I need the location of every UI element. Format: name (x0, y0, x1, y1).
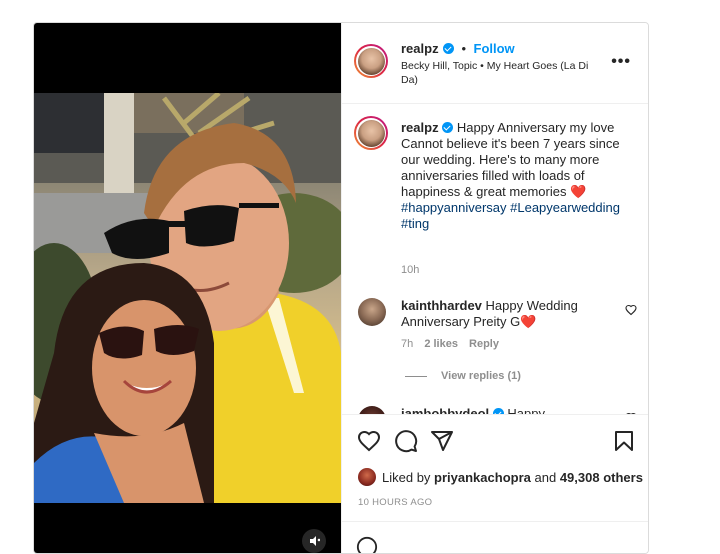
commenter-avatar[interactable] (358, 406, 386, 414)
comment-item: iambobbydeol Happy anniversary 👏🏼🙌🏼👏🏼🙌🏼👏… (401, 406, 606, 414)
bookmark-icon[interactable] (612, 429, 636, 453)
comment-meta: 7h 2 likes Reply (401, 338, 499, 350)
avatar[interactable] (354, 44, 388, 78)
caption-username[interactable]: realpz (401, 120, 439, 135)
comment-username[interactable]: kainthhardev (401, 298, 482, 313)
photo-illustration (34, 93, 341, 503)
comments-section[interactable]: realpz Happy Anniversary my love Cannot … (342, 103, 648, 414)
likes-prefix: Liked by (382, 470, 431, 485)
caption-emoji: ❤️ (570, 184, 587, 199)
comment-emoji: ❤️ (520, 314, 537, 329)
separator-dot: • (461, 41, 467, 56)
view-replies-button[interactable]: View replies (1) (405, 370, 521, 382)
heart-icon[interactable] (357, 429, 381, 453)
verified-icon (442, 122, 454, 133)
header-user-line: realpz • Follow (401, 40, 515, 58)
caption: realpz Happy Anniversary my love Cannot … (401, 120, 627, 232)
comment-icon[interactable] (394, 429, 418, 453)
post-actions: Liked by priyankachopra and 49,308 other… (342, 414, 648, 525)
post-card: realpz • Follow Becky Hill, Topic • My H… (33, 22, 649, 554)
post-timestamp: 10 HOURS AGO (358, 497, 433, 508)
likes-count[interactable]: 49,308 others (560, 470, 643, 485)
audio-icon[interactable] (302, 529, 326, 553)
share-icon[interactable] (430, 429, 454, 453)
likes-user[interactable]: priyankachopra (434, 470, 531, 485)
comment-likes[interactable]: 2 likes (424, 338, 458, 350)
caption-hashtags[interactable]: #happyanniversay #Leapyearwedding #ting (401, 200, 620, 231)
post-info-panel: realpz • Follow Becky Hill, Topic • My H… (341, 23, 648, 554)
music-attribution[interactable]: Becky Hill, Topic • My Heart Goes (La Di… (401, 59, 601, 87)
commenter-avatar[interactable] (358, 298, 386, 326)
media-panel (34, 23, 341, 553)
likes-summary[interactable]: Liked by priyankachopra and 49,308 other… (382, 470, 643, 485)
caption-time: 10h (401, 264, 420, 276)
comment-time: 7h (401, 338, 414, 350)
comment-username[interactable]: iambobbydeol (401, 406, 489, 414)
comment-item: kainthhardev Happy Wedding Anniversary P… (401, 298, 621, 330)
follow-button[interactable]: Follow (474, 41, 515, 56)
add-comment-bar[interactable] (342, 521, 648, 554)
emoji-icon[interactable] (356, 536, 378, 554)
reply-button[interactable]: Reply (469, 338, 499, 350)
likes-and: and (534, 470, 557, 485)
more-icon[interactable]: ••• (611, 53, 631, 71)
liker-avatar[interactable] (358, 468, 376, 486)
comment-like-icon[interactable] (625, 304, 637, 316)
post-header: realpz • Follow Becky Hill, Topic • My H… (342, 23, 648, 104)
header-username[interactable]: realpz (401, 41, 439, 56)
verified-icon (443, 43, 455, 54)
caption-avatar[interactable] (354, 116, 388, 150)
view-replies-label: View replies (1) (441, 370, 521, 382)
post-photo[interactable] (34, 93, 341, 503)
